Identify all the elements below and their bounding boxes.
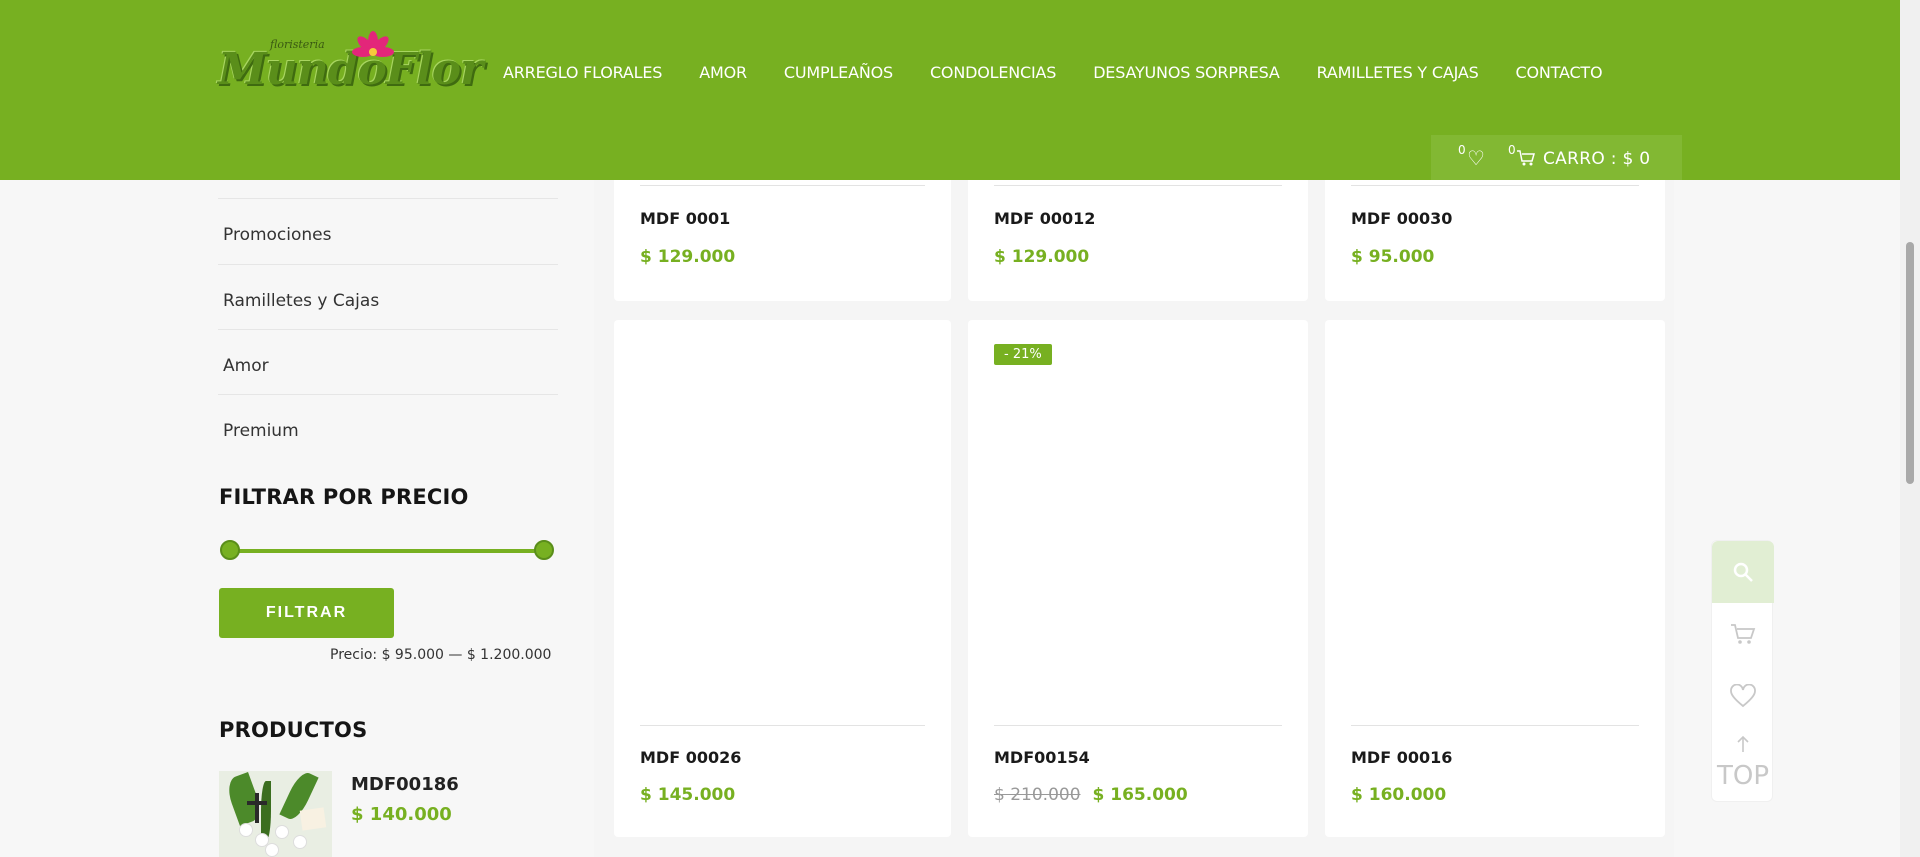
nav-cumpleanos[interactable]: CUMPLEAÑOS bbox=[784, 63, 893, 82]
cart-bar: 0 ♡ 0 CARRO : $ 0 bbox=[1431, 135, 1682, 180]
sidebar-item-label: Premium bbox=[223, 420, 299, 441]
sidebar-product-price: $ 140.000 bbox=[351, 804, 452, 825]
search-tool[interactable] bbox=[1712, 541, 1774, 603]
wishlist-tool[interactable] bbox=[1712, 665, 1774, 727]
price-slider[interactable] bbox=[220, 540, 554, 560]
nav-desayunos-sorpresa[interactable]: DESAYUNOS SORPRESA bbox=[1093, 63, 1280, 82]
cart-total-label[interactable]: CARRO : $ 0 bbox=[1543, 149, 1650, 169]
arrow-up-icon bbox=[1737, 735, 1749, 752]
product-card[interactable]: MDF 00026 $ 145.000 bbox=[614, 320, 951, 837]
product-card[interactable]: - 21% MDF00154 $ 210.000 $ 165.000 bbox=[968, 320, 1308, 837]
product-name[interactable]: MDF 00012 bbox=[994, 209, 1095, 228]
sidebar-item-amor[interactable]: Amor bbox=[218, 329, 558, 394]
nav-contacto[interactable]: CONTACTO bbox=[1516, 63, 1603, 82]
wishlist-count: 0 bbox=[1458, 143, 1466, 157]
sidebar-item-label: Ramilletes y Cajas bbox=[223, 290, 380, 311]
products-title: PRODUCTOS bbox=[219, 718, 368, 742]
product-name[interactable]: MDF00154 bbox=[994, 748, 1090, 767]
flower-icon bbox=[352, 31, 394, 57]
main-nav: ARREGLO FLORALES AMOR CUMPLEAÑOS CONDOLE… bbox=[503, 63, 1639, 82]
heart-icon bbox=[1730, 683, 1756, 708]
product-price: $ 129.000 bbox=[994, 247, 1090, 267]
wishlist-heart-icon[interactable]: ♡ bbox=[1467, 146, 1485, 170]
product-thumbnail[interactable] bbox=[219, 771, 332, 857]
sidebar-item-promociones[interactable]: Promociones bbox=[218, 199, 558, 264]
scrollbar-thumb[interactable] bbox=[1906, 242, 1914, 484]
site-logo[interactable]: floristeria MundoFlor bbox=[218, 30, 483, 102]
product-price: $ 145.000 bbox=[640, 785, 736, 805]
cart-icon bbox=[1731, 624, 1756, 644]
product-name[interactable]: MDF 00026 bbox=[640, 748, 741, 767]
product-price: $ 160.000 bbox=[1351, 785, 1447, 805]
sidebar-item-ramilletes-y-cajas[interactable]: Ramilletes y Cajas bbox=[218, 264, 558, 329]
cart-icon[interactable] bbox=[1516, 149, 1536, 167]
floating-toolbar: TOP bbox=[1711, 540, 1774, 802]
price-slider-min-handle[interactable] bbox=[220, 540, 240, 560]
filter-price-title: FILTRAR POR PRECIO bbox=[219, 485, 469, 509]
back-to-top-tool[interactable]: TOP bbox=[1712, 731, 1774, 791]
price-range-text: Precio: $ 95.000 — $ 1.200.000 bbox=[330, 647, 552, 663]
sidebar: Promociones Ramilletes y Cajas Amor Prem… bbox=[218, 180, 558, 459]
search-icon bbox=[1733, 562, 1753, 582]
product-price: $ 129.000 bbox=[640, 247, 736, 267]
sidebar-item-premium[interactable]: Premium bbox=[218, 394, 558, 459]
nav-ramilletes-y-cajas[interactable]: RAMILLETES Y CAJAS bbox=[1317, 63, 1479, 82]
filter-button[interactable]: FILTRAR bbox=[219, 588, 394, 638]
product-name[interactable]: MDF 00016 bbox=[1351, 748, 1452, 767]
cart-tool[interactable] bbox=[1712, 603, 1774, 665]
sidebar-divider bbox=[218, 180, 558, 199]
cart-count: 0 bbox=[1508, 143, 1516, 157]
nav-amor[interactable]: AMOR bbox=[699, 63, 747, 82]
sidebar-item-label: Amor bbox=[223, 355, 269, 376]
product-price: $ 95.000 bbox=[1351, 247, 1435, 267]
nav-condolencias[interactable]: CONDOLENCIAS bbox=[930, 63, 1056, 82]
sidebar-product-name[interactable]: MDF00186 bbox=[351, 774, 459, 795]
nav-arreglo-florales[interactable]: ARREGLO FLORALES bbox=[503, 63, 662, 82]
sale-badge: - 21% bbox=[994, 344, 1052, 365]
top-label: TOP bbox=[1716, 761, 1770, 791]
product-name[interactable]: MDF 0001 bbox=[640, 209, 730, 228]
product-card[interactable]: MDF 00016 $ 160.000 bbox=[1325, 320, 1665, 837]
sidebar-item-label: Promociones bbox=[223, 225, 332, 245]
price-slider-max-handle[interactable] bbox=[534, 540, 554, 560]
product-price: $ 210.000 $ 165.000 bbox=[994, 785, 1188, 805]
product-name[interactable]: MDF 00030 bbox=[1351, 209, 1452, 228]
product-old-price: $ 210.000 bbox=[994, 785, 1081, 805]
site-header: floristeria MundoFlor ARREGLO FLORALES A… bbox=[0, 0, 1900, 180]
page-scrollbar[interactable] bbox=[1900, 0, 1920, 857]
